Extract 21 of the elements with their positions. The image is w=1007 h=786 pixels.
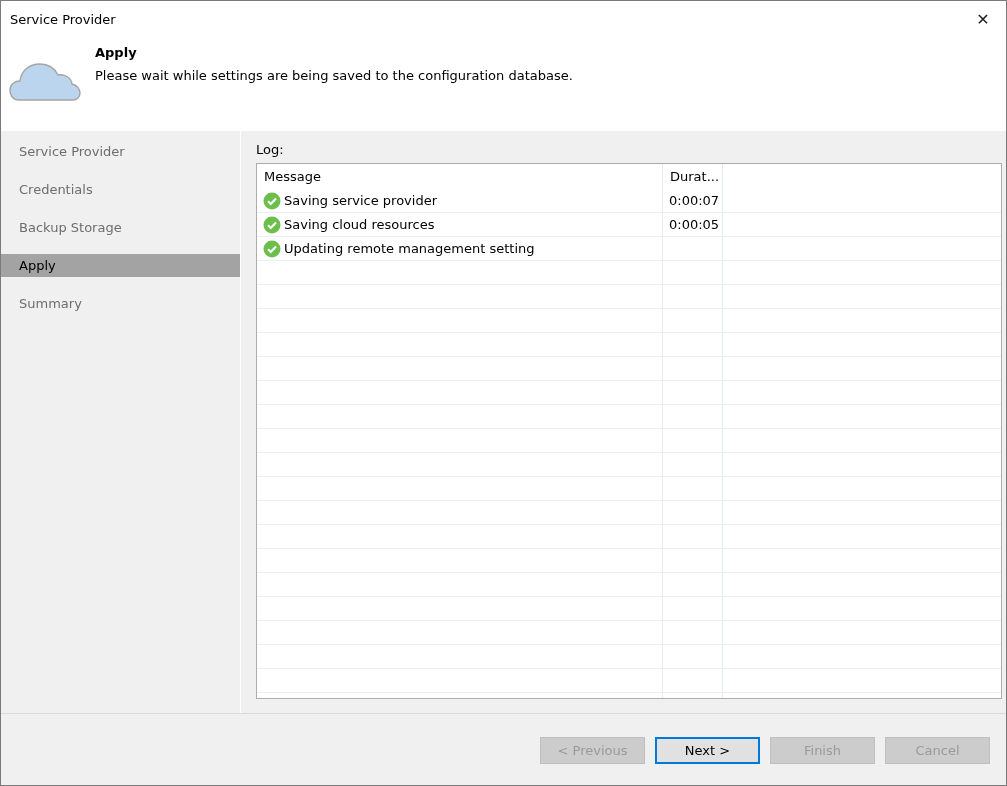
- wizard-step[interactable]: Apply: [1, 254, 240, 277]
- wizard-step[interactable]: Credentials: [1, 178, 240, 201]
- log-message: Updating remote management setting: [284, 241, 535, 256]
- log-label: Log:: [256, 142, 285, 157]
- window-title: Service Provider: [10, 12, 116, 27]
- check-circle-icon: [263, 191, 281, 210]
- wizard-step[interactable]: Service Provider: [1, 140, 240, 163]
- log-message: Saving cloud resources: [284, 217, 435, 232]
- check-circle-icon: [263, 215, 281, 234]
- wizard-button[interactable]: Next >: [655, 737, 760, 764]
- log-duration: 0:00:07: [669, 193, 720, 208]
- log-duration: 0:00:05: [669, 217, 720, 232]
- page-title: Apply: [95, 45, 138, 60]
- page-description: Please wait while settings are being saved to the configuration database.: [95, 68, 573, 83]
- check-circle-icon: [263, 239, 281, 258]
- wizard-step[interactable]: Backup Storage: [1, 216, 240, 239]
- log-message: Saving service provider: [284, 193, 437, 208]
- column-header[interactable]: Durat...: [663, 164, 723, 189]
- close-button[interactable]: ✕: [960, 1, 1006, 38]
- wizard-step[interactable]: Summary: [1, 292, 240, 315]
- column-header[interactable]: Message: [257, 164, 663, 189]
